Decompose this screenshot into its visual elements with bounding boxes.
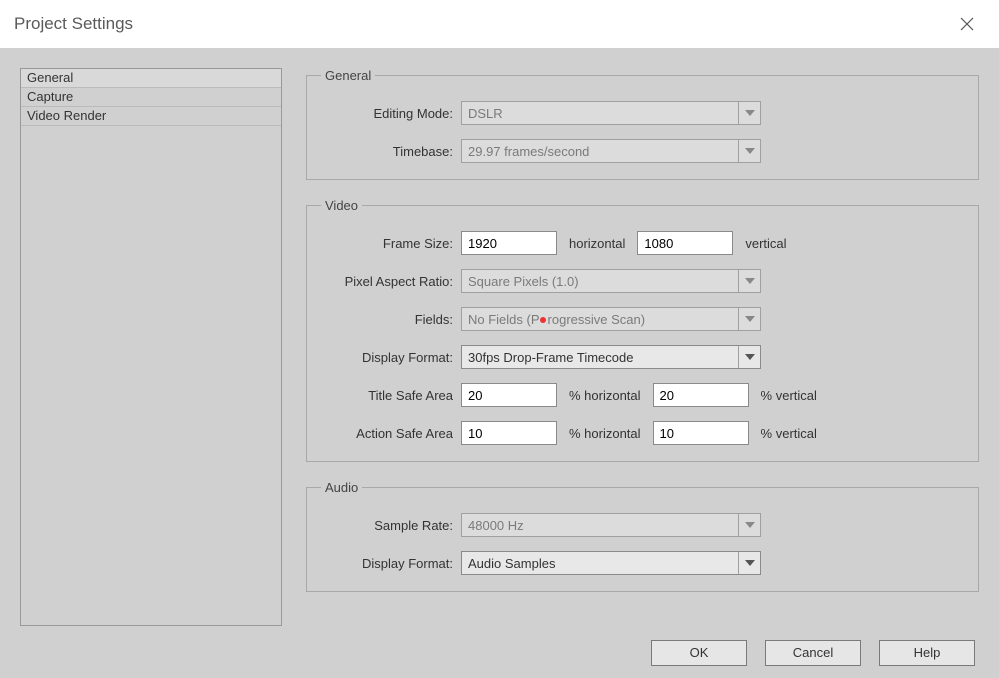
label-audio-display-format: Display Format: [321,556,461,571]
title-safe-h-input[interactable] [461,383,557,407]
row-pixel-aspect: Pixel Aspect Ratio: Square Pixels (1.0) [321,269,964,293]
dropdown-value: 29.97 frames/second [468,144,589,159]
main-row: General Capture Video Render General Edi… [20,68,979,626]
row-timebase: Timebase: 29.97 frames/second [321,139,964,163]
label-frame-size: Frame Size: [321,236,461,251]
action-safe-v-input[interactable] [653,421,749,445]
sample-rate-dropdown[interactable]: 48000 Hz [461,513,761,537]
dropdown-value: 30fps Drop-Frame Timecode [468,350,633,365]
sidebar-item-label: Video Render [27,108,106,123]
chevron-down-icon [738,552,760,574]
audio-display-format-dropdown[interactable]: Audio Samples [461,551,761,575]
group-audio: Audio Sample Rate: 48000 Hz Display Form… [306,480,979,592]
dropdown-value: DSLR [468,106,503,121]
settings-category-list: General Capture Video Render [20,68,282,626]
dropdown-value: No Fields (Progressive Scan) [468,312,645,327]
close-button[interactable] [949,6,985,42]
label-sample-rate: Sample Rate: [321,518,461,533]
frame-height-unit: vertical [733,236,798,251]
editing-mode-dropdown[interactable]: DSLR [461,101,761,125]
row-fields: Fields: No Fields (Progressive Scan) [321,307,964,331]
label-video-display-format: Display Format: [321,350,461,365]
dialog-body: General Capture Video Render General Edi… [0,48,999,678]
chevron-down-icon [738,140,760,162]
row-title-safe: Title Safe Area % horizontal % vertical [321,383,964,407]
title-safe-h-unit: % horizontal [557,388,653,403]
recording-indicator-icon [540,317,546,323]
titlebar: Project Settings [0,0,999,48]
label-timebase: Timebase: [321,144,461,159]
label-fields: Fields: [321,312,461,327]
sidebar-item-capture[interactable]: Capture [21,88,281,107]
row-sample-rate: Sample Rate: 48000 Hz [321,513,964,537]
action-safe-h-input[interactable] [461,421,557,445]
action-safe-h-unit: % horizontal [557,426,653,441]
timebase-dropdown[interactable]: 29.97 frames/second [461,139,761,163]
help-button[interactable]: Help [879,640,975,666]
settings-content: General Editing Mode: DSLR Timebase: [306,68,979,626]
close-icon [960,17,974,31]
video-display-format-dropdown[interactable]: 30fps Drop-Frame Timecode [461,345,761,369]
group-legend: Video [321,198,362,213]
group-legend: General [321,68,375,83]
title-safe-v-unit: % vertical [749,388,829,403]
action-safe-v-unit: % vertical [749,426,829,441]
sidebar-item-general[interactable]: General [21,69,281,88]
group-legend: Audio [321,480,362,495]
chevron-down-icon [738,514,760,536]
dropdown-value: Square Pixels (1.0) [468,274,579,289]
sidebar-item-video-render[interactable]: Video Render [21,107,281,126]
title-safe-v-input[interactable] [653,383,749,407]
sidebar-item-label: General [27,70,73,85]
project-settings-window: Project Settings General Capture Video R… [0,0,999,678]
row-frame-size: Frame Size: horizontal vertical [321,231,964,255]
chevron-down-icon [738,270,760,292]
ok-button[interactable]: OK [651,640,747,666]
row-editing-mode: Editing Mode: DSLR [321,101,964,125]
chevron-down-icon [738,346,760,368]
sidebar-item-label: Capture [27,89,73,104]
row-audio-display-format: Display Format: Audio Samples [321,551,964,575]
frame-width-input[interactable] [461,231,557,255]
row-action-safe: Action Safe Area % horizontal % vertical [321,421,964,445]
group-video: Video Frame Size: horizontal vertical Pi… [306,198,979,462]
fields-dropdown[interactable]: No Fields (Progressive Scan) [461,307,761,331]
chevron-down-icon [738,308,760,330]
frame-height-input[interactable] [637,231,733,255]
label-pixel-aspect: Pixel Aspect Ratio: [321,274,461,289]
cancel-button[interactable]: Cancel [765,640,861,666]
frame-width-unit: horizontal [557,236,637,251]
dialog-button-row: OK Cancel Help [20,626,979,666]
dropdown-value: Audio Samples [468,556,555,571]
chevron-down-icon [738,102,760,124]
window-title: Project Settings [14,14,949,34]
group-general: General Editing Mode: DSLR Timebase: [306,68,979,180]
label-editing-mode: Editing Mode: [321,106,461,121]
dropdown-value: 48000 Hz [468,518,524,533]
label-title-safe: Title Safe Area [321,388,461,403]
pixel-aspect-dropdown[interactable]: Square Pixels (1.0) [461,269,761,293]
label-action-safe: Action Safe Area [321,426,461,441]
row-video-display-format: Display Format: 30fps Drop-Frame Timecod… [321,345,964,369]
